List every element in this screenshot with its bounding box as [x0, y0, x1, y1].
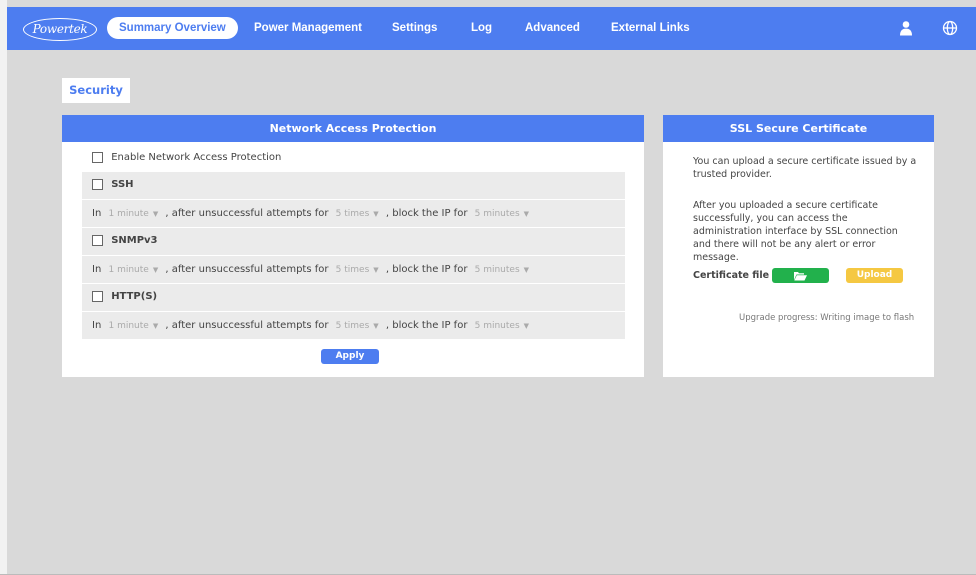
user-icon[interactable] — [898, 20, 914, 36]
caret-down-icon: ▼ — [523, 322, 530, 330]
https-block-select[interactable]: 5 minutes ▼ — [475, 321, 529, 331]
caret-down-icon: ▼ — [523, 210, 530, 218]
enable-protection-row: Enable Network Access Protection — [92, 152, 281, 164]
ssh-rule: In 1 minute ▼ , after unsuccessful attemp… — [92, 208, 529, 219]
ssh-attempts-value: 5 times — [335, 209, 370, 219]
nav-external-links[interactable]: External Links — [611, 17, 690, 39]
snmpv3-rule: In 1 minute ▼ , after unsuccessful attemp… — [92, 264, 529, 275]
apply-button[interactable]: Apply — [321, 349, 379, 364]
nav-power-management[interactable]: Power Management — [254, 17, 362, 39]
powertek-logo[interactable]: Powertek — [23, 18, 97, 41]
ssl-certificate-panel: SSL Secure Certificate You can upload a … — [663, 115, 934, 377]
rule-block-text: , block the IP for — [385, 208, 468, 219]
enable-protection-label: Enable Network Access Protection — [111, 152, 282, 163]
https-block-value: 5 minutes — [474, 321, 520, 331]
https-attempts-value: 5 times — [335, 321, 370, 331]
ssh-block-select[interactable]: 5 minutes ▼ — [475, 209, 529, 219]
caret-down-icon: ▼ — [373, 210, 379, 218]
rule-after-text: , after unsuccessful attempts for — [165, 264, 329, 275]
caret-down-icon: ▼ — [373, 322, 379, 330]
snmpv3-checkbox[interactable] — [92, 235, 103, 246]
snmpv3-period-select[interactable]: 1 minute ▼ — [108, 265, 158, 275]
ssh-label: SSH — [111, 179, 134, 190]
ssh-toggle: SSH — [92, 179, 134, 191]
rule-in-text: In — [92, 208, 102, 219]
network-access-panel: Network Access Protection Enable Network… — [62, 115, 644, 377]
rule-in-text: In — [92, 320, 102, 331]
enable-protection-checkbox[interactable] — [92, 152, 103, 163]
https-period-select[interactable]: 1 minute ▼ — [108, 321, 158, 331]
browse-file-button[interactable] — [772, 268, 829, 283]
caret-down-icon: ▼ — [523, 266, 530, 274]
ssh-checkbox[interactable] — [92, 179, 103, 190]
ssl-intro-text: You can upload a secure certificate issu… — [693, 156, 917, 180]
caret-down-icon: ▼ — [152, 322, 159, 330]
rule-after-text: , after unsuccessful attempts for — [165, 320, 329, 331]
https-period-value: 1 minute — [108, 321, 149, 331]
nav-settings[interactable]: Settings — [392, 17, 437, 39]
tab-security[interactable]: Security — [62, 78, 130, 103]
https-rule: In 1 minute ▼ , after unsuccessful attemp… — [92, 320, 529, 331]
rule-after-text: , after unsuccessful attempts for — [165, 208, 329, 219]
snmpv3-toggle: SNMPv3 — [92, 235, 158, 247]
rule-in-text: In — [92, 264, 102, 275]
https-attempts-select[interactable]: 5 times ▼ — [336, 321, 379, 331]
folder-open-icon — [794, 272, 807, 284]
ssh-attempts-select[interactable]: 5 times ▼ — [336, 209, 379, 219]
https-label: HTTP(S) — [111, 291, 158, 302]
nav-summary-overview[interactable]: Summary Overview — [107, 17, 238, 39]
upload-button[interactable]: Upload — [846, 268, 903, 283]
caret-down-icon: ▼ — [373, 266, 379, 274]
snmpv3-period-value: 1 minute — [108, 265, 149, 275]
network-access-title: Network Access Protection — [62, 115, 644, 142]
ssh-period-value: 1 minute — [108, 209, 149, 219]
caret-down-icon: ▼ — [152, 210, 159, 218]
ssh-header-row — [82, 172, 625, 199]
rule-block-text: , block the IP for — [385, 264, 468, 275]
snmpv3-block-value: 5 minutes — [474, 265, 520, 275]
nav-advanced[interactable]: Advanced — [525, 17, 580, 39]
ssl-certificate-title: SSL Secure Certificate — [663, 115, 934, 142]
snmpv3-header-row — [82, 228, 625, 255]
globe-icon[interactable] — [942, 20, 958, 36]
ssh-block-value: 5 minutes — [474, 209, 520, 219]
ssl-info-text: After you uploaded a secure certificate … — [693, 200, 898, 263]
caret-down-icon: ▼ — [152, 266, 159, 274]
ssh-period-select[interactable]: 1 minute ▼ — [108, 209, 158, 219]
snmpv3-attempts-value: 5 times — [335, 265, 370, 275]
rule-block-text: , block the IP for — [385, 320, 468, 331]
upgrade-progress-text: Upgrade progress: Writing image to flash — [739, 313, 915, 323]
nav-log[interactable]: Log — [471, 17, 492, 39]
snmpv3-label: SNMPv3 — [111, 235, 158, 246]
https-checkbox[interactable] — [92, 291, 103, 302]
https-header-row — [82, 284, 625, 311]
window-left-edge — [0, 0, 7, 575]
top-nav-bar: Powertek Summary Overview Power Manageme… — [7, 7, 976, 50]
https-toggle: HTTP(S) — [92, 291, 157, 303]
snmpv3-attempts-select[interactable]: 5 times ▼ — [336, 265, 379, 275]
certificate-file-label: Certificate file : — [693, 270, 777, 281]
snmpv3-block-select[interactable]: 5 minutes ▼ — [475, 265, 529, 275]
